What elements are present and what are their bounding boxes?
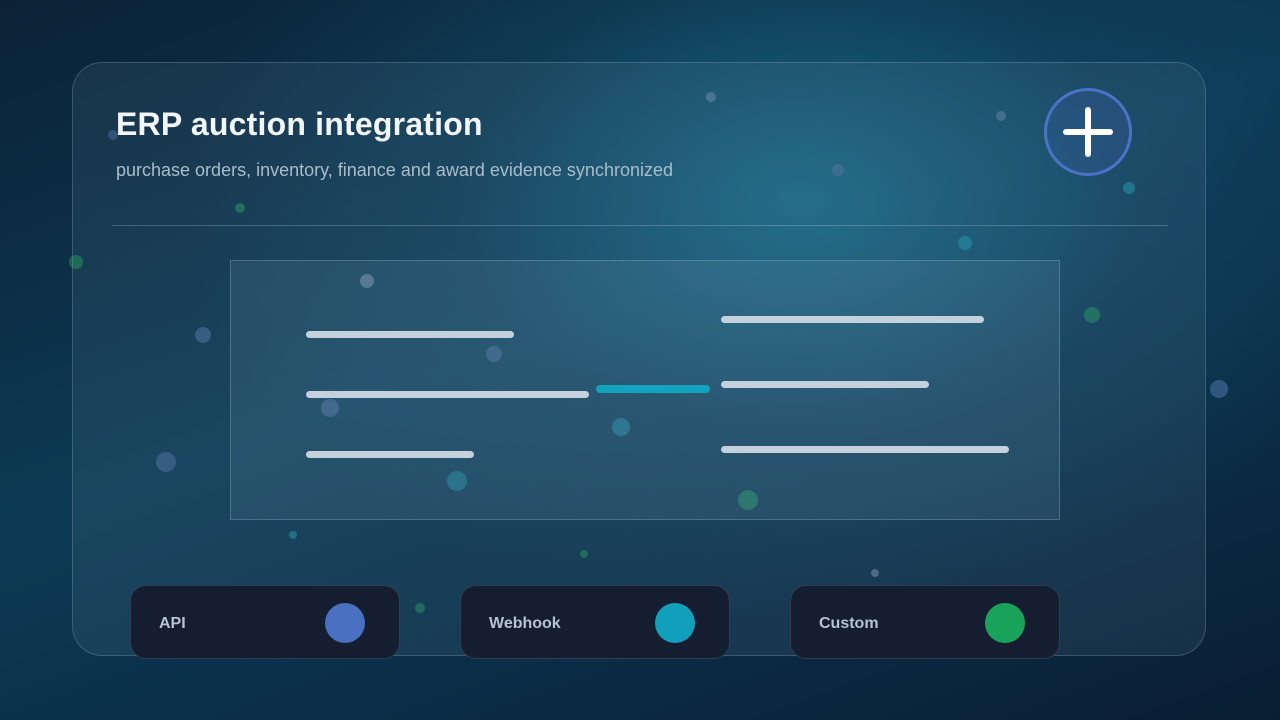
integration-chip-label: API [159, 615, 186, 632]
integration-chip-label: Custom [819, 615, 879, 632]
status-indicator [985, 603, 1025, 643]
add-integration-button[interactable] [1044, 88, 1132, 176]
plus-icon [1063, 107, 1113, 157]
integration-chip-webhook[interactable]: Webhook [460, 585, 730, 659]
page-subtitle: purchase orders, inventory, finance and … [116, 160, 673, 180]
page-title: ERP auction integration [116, 106, 483, 142]
target-field-placeholder [721, 316, 984, 323]
integration-chip-label: Webhook [489, 615, 561, 632]
header-divider [112, 225, 1168, 226]
integration-chip-api[interactable]: API [130, 585, 400, 659]
sync-connector [596, 385, 710, 393]
target-field-placeholder [721, 446, 1009, 453]
status-indicator [325, 603, 365, 643]
source-field-placeholder [306, 451, 474, 458]
source-field-placeholder [306, 391, 589, 398]
target-field-placeholder [721, 381, 929, 388]
integration-chip-custom[interactable]: Custom [790, 585, 1060, 659]
source-field-placeholder [306, 331, 514, 338]
status-indicator [655, 603, 695, 643]
